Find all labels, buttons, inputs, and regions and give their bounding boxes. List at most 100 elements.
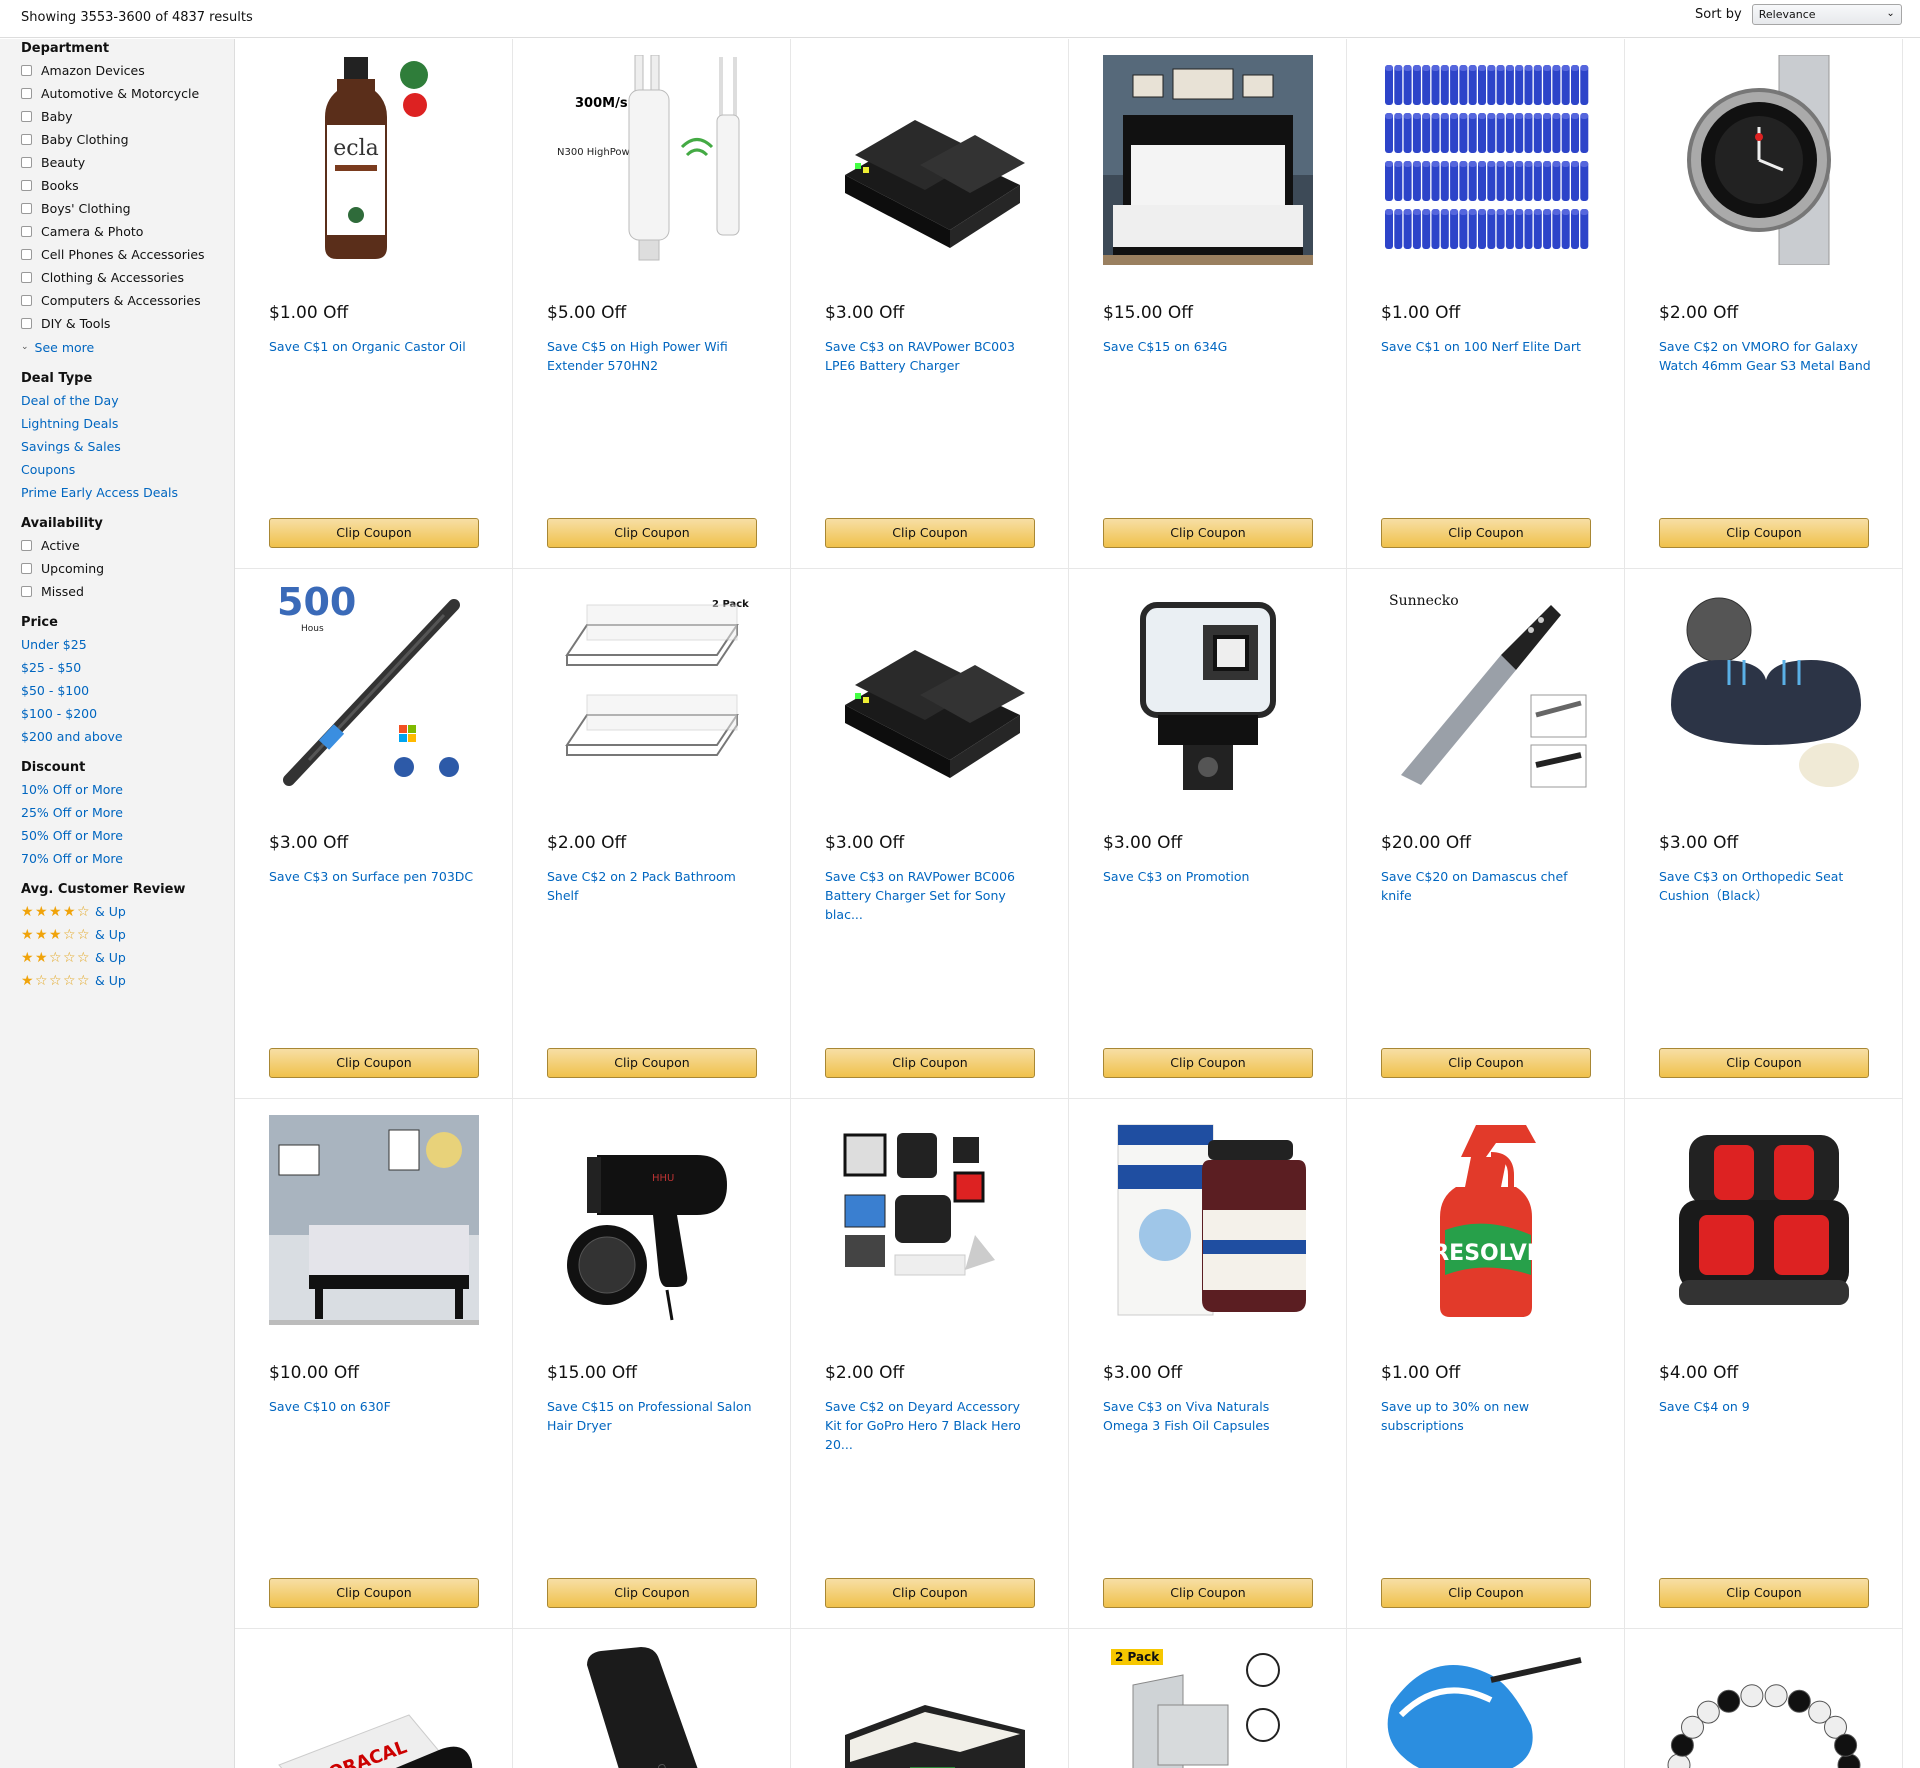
checkbox[interactable]	[21, 563, 32, 574]
availability-option[interactable]: Active	[21, 534, 234, 557]
clip-coupon-button[interactable]: Clip Coupon	[1381, 1578, 1591, 1608]
clip-coupon-button[interactable]: Clip Coupon	[1659, 518, 1869, 548]
clip-coupon-button[interactable]: Clip Coupon	[825, 1578, 1035, 1608]
checkbox[interactable]	[21, 249, 32, 260]
battery-charger-icon[interactable]	[825, 55, 1035, 265]
checkbox[interactable]	[21, 203, 32, 214]
price-link[interactable]: $100 - $200	[21, 702, 234, 725]
spray-bottle-icon[interactable]: RESOLVE	[1381, 1115, 1591, 1325]
deal-title-link[interactable]: Save C$3 on Promotion	[1103, 867, 1315, 886]
clip-coupon-button[interactable]: Clip Coupon	[1381, 518, 1591, 548]
department-option[interactable]: Baby Clothing	[21, 128, 234, 151]
checkbox[interactable]	[21, 88, 32, 99]
department-option[interactable]: Camera & Photo	[21, 220, 234, 243]
foam-darts-icon[interactable]	[1381, 55, 1591, 265]
sunglasses-icon[interactable]	[1381, 1645, 1591, 1768]
deal-title-link[interactable]: Save C$3 on Orthopedic Seat Cushion（Blac…	[1659, 867, 1871, 905]
department-option[interactable]: Clothing & Accessories	[21, 266, 234, 289]
clip-coupon-button[interactable]: Clip Coupon	[269, 518, 479, 548]
seat-cushion-icon[interactable]	[1659, 585, 1869, 795]
clip-coupon-button[interactable]: Clip Coupon	[1103, 518, 1313, 548]
clip-coupon-button[interactable]: Clip Coupon	[1103, 1048, 1313, 1078]
deal-title-link[interactable]: Save C$1 on Organic Castor Oil	[269, 337, 481, 356]
deal-title-link[interactable]: Save C$2 on Deyard Accessory Kit for GoP…	[825, 1397, 1037, 1454]
vinyl-roll-icon[interactable]: ORACAL	[269, 1645, 479, 1768]
battery-charger-icon[interactable]	[825, 585, 1035, 795]
department-option[interactable]: Baby	[21, 105, 234, 128]
fish-oil-icon[interactable]	[1103, 1115, 1313, 1325]
platform-bed-icon[interactable]	[269, 1115, 479, 1325]
deal-title-link[interactable]: Save C$4 on 9	[1659, 1397, 1871, 1416]
checkbox[interactable]	[21, 226, 32, 237]
deal-title-link[interactable]: Save C$15 on Professional Salon Hair Dry…	[547, 1397, 759, 1435]
price-link[interactable]: Under $25	[21, 633, 234, 656]
rating-filter-link[interactable]: ★ ★ ★ ★ ☆ & Up	[21, 900, 234, 923]
rating-filter-link[interactable]: ★ ★ ★ ☆ ☆ & Up	[21, 923, 234, 946]
deal-title-link[interactable]: Save C$3 on Viva Naturals Omega 3 Fish O…	[1103, 1397, 1315, 1435]
wifi-extender-icon[interactable]: 300M/s N300 HighPower	[547, 55, 757, 265]
deal-type-link[interactable]: Coupons	[21, 458, 234, 481]
department-option[interactable]: Amazon Devices	[21, 59, 234, 82]
discount-link[interactable]: 10% Off or More	[21, 778, 234, 801]
checkbox[interactable]	[21, 318, 32, 329]
deal-type-link[interactable]: Savings & Sales	[21, 435, 234, 458]
discount-link[interactable]: 70% Off or More	[21, 847, 234, 870]
clip-coupon-button[interactable]: Clip Coupon	[825, 518, 1035, 548]
metal-bed-frame-icon[interactable]	[1103, 55, 1313, 265]
car-seat-covers-icon[interactable]	[1659, 1115, 1869, 1325]
deal-title-link[interactable]: Save C$20 on Damascus chef knife	[1381, 867, 1593, 905]
camera-housing-icon[interactable]	[1103, 585, 1313, 795]
deal-type-link[interactable]: Lightning Deals	[21, 412, 234, 435]
department-option[interactable]: Beauty	[21, 151, 234, 174]
checkbox[interactable]	[21, 134, 32, 145]
clip-coupon-button[interactable]: Clip Coupon	[547, 518, 757, 548]
clip-coupon-button[interactable]: Clip Coupon	[269, 1578, 479, 1608]
rating-filter-link[interactable]: ★ ☆ ☆ ☆ ☆ & Up	[21, 969, 234, 992]
hair-dryer-icon[interactable]: HHU	[547, 1115, 757, 1325]
see-more-link[interactable]: ⌄ See more	[21, 335, 234, 359]
clip-coupon-button[interactable]: Clip Coupon	[825, 1048, 1035, 1078]
discount-link[interactable]: 25% Off or More	[21, 801, 234, 824]
checkbox[interactable]	[21, 111, 32, 122]
clip-coupon-button[interactable]: Clip Coupon	[269, 1048, 479, 1078]
deal-title-link[interactable]: Save C$5 on High Power Wifi Extender 570…	[547, 337, 759, 375]
chef-knife-icon[interactable]: Sunnecko	[1381, 585, 1591, 795]
department-option[interactable]: Boys' Clothing	[21, 197, 234, 220]
discount-link[interactable]: 50% Off or More	[21, 824, 234, 847]
deal-title-link[interactable]: Save C$10 on 630F	[269, 1397, 481, 1416]
department-option[interactable]: DIY & Tools	[21, 312, 234, 335]
deal-title-link[interactable]: Save C$2 on VMORO for Galaxy Watch 46mm …	[1659, 337, 1871, 375]
deal-title-link[interactable]: Save C$1 on 100 Nerf Elite Dart	[1381, 337, 1593, 356]
clip-coupon-button[interactable]: Clip Coupon	[1381, 1048, 1591, 1078]
door-lock-icon[interactable]: 2 Pack	[1103, 1645, 1313, 1768]
deal-title-link[interactable]: Save C$15 on 634G	[1103, 337, 1315, 356]
deal-type-link[interactable]: Prime Early Access Deals	[21, 481, 234, 504]
checkbox[interactable]	[21, 180, 32, 191]
patio-furniture-icon[interactable]	[825, 1645, 1035, 1768]
smart-watch-icon[interactable]	[1659, 55, 1869, 265]
deal-title-link[interactable]: Save C$3 on RAVPower BC003 LPE6 Battery …	[825, 337, 1037, 375]
deal-title-link[interactable]: Save C$2 on 2 Pack Bathroom Shelf	[547, 867, 759, 905]
accessory-kit-icon[interactable]	[825, 1115, 1035, 1325]
checkbox[interactable]	[21, 540, 32, 551]
department-option[interactable]: Computers & Accessories	[21, 289, 234, 312]
clip-coupon-button[interactable]: Clip Coupon	[1659, 1578, 1869, 1608]
clip-coupon-button[interactable]: Clip Coupon	[547, 1578, 757, 1608]
clip-coupon-button[interactable]: Clip Coupon	[1103, 1578, 1313, 1608]
checkbox[interactable]	[21, 295, 32, 306]
checkbox[interactable]	[21, 586, 32, 597]
price-link[interactable]: $25 - $50	[21, 656, 234, 679]
deal-type-link[interactable]: Deal of the Day	[21, 389, 234, 412]
deal-title-link[interactable]: Save C$3 on RAVPower BC006 Battery Charg…	[825, 867, 1037, 924]
bead-bracelet-icon[interactable]	[1659, 1645, 1869, 1768]
wireless-charger-icon[interactable]: CHOETECH	[547, 1645, 757, 1768]
clip-coupon-button[interactable]: Clip Coupon	[547, 1048, 757, 1078]
stylus-pen-icon[interactable]: 500 Hous	[269, 585, 479, 795]
rating-filter-link[interactable]: ★ ★ ☆ ☆ ☆ & Up	[21, 946, 234, 969]
department-option[interactable]: Automotive & Motorcycle	[21, 82, 234, 105]
castor-oil-bottle-icon[interactable]: ecla	[269, 55, 479, 265]
sort-select[interactable]: Relevance ⌄	[1751, 4, 1902, 25]
checkbox[interactable]	[21, 272, 32, 283]
bathroom-shelf-icon[interactable]: 2 Pack	[547, 585, 757, 795]
clip-coupon-button[interactable]: Clip Coupon	[1659, 1048, 1869, 1078]
